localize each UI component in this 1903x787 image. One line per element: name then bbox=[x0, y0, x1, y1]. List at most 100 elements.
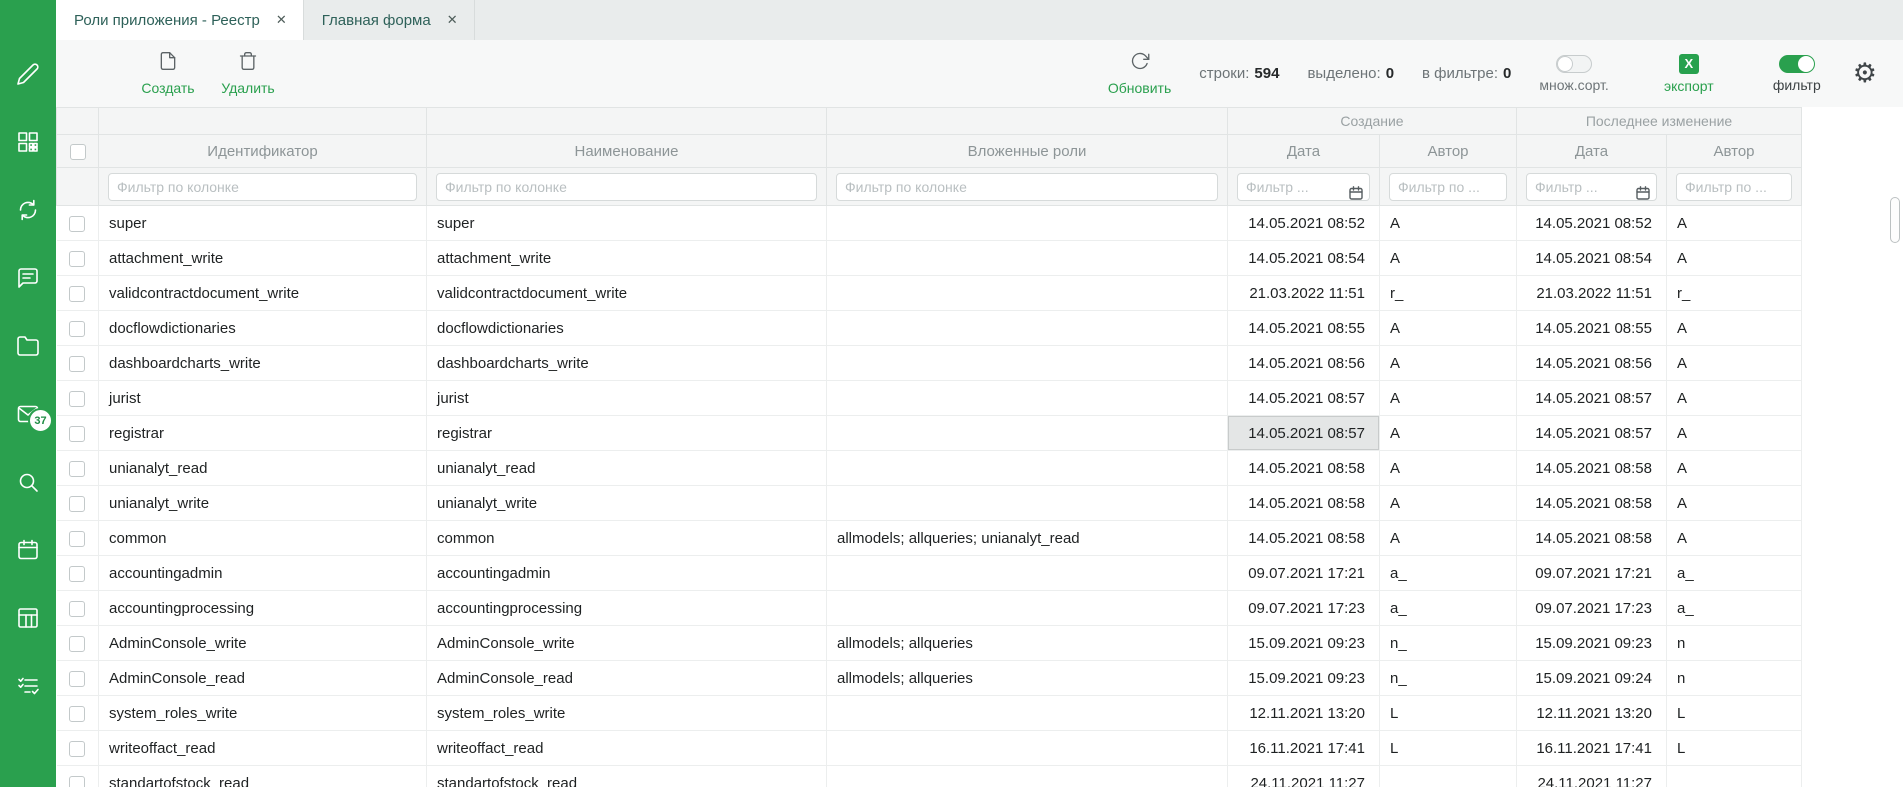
cell-created-author[interactable]: A bbox=[1380, 451, 1517, 486]
cell-name[interactable]: validcontractdocument_write bbox=[427, 276, 827, 311]
row-checkbox[interactable] bbox=[69, 706, 85, 722]
cell-modified-date[interactable]: 14.05.2021 08:52 bbox=[1517, 206, 1667, 241]
close-icon[interactable]: ✕ bbox=[447, 13, 458, 28]
cell-name[interactable]: docflowdictionaries bbox=[427, 311, 827, 346]
identifier-filter-input[interactable] bbox=[108, 173, 417, 201]
cell-created-date[interactable]: 24.11.2021 11:27 bbox=[1228, 766, 1380, 787]
cell-created-date[interactable]: 12.11.2021 13:20 bbox=[1228, 696, 1380, 731]
row-checkbox[interactable] bbox=[69, 496, 85, 512]
column-header-created-date[interactable]: Дата bbox=[1228, 135, 1380, 168]
row-checkbox[interactable] bbox=[69, 776, 85, 787]
cell-nested-roles[interactable] bbox=[827, 556, 1228, 591]
cell-identifier[interactable]: standartofstock_read bbox=[99, 766, 427, 787]
row-checkbox[interactable] bbox=[69, 741, 85, 757]
row-checkbox[interactable] bbox=[69, 461, 85, 477]
column-header-nested-roles[interactable]: Вложенные роли bbox=[827, 135, 1228, 168]
cell-name[interactable]: AdminConsole_read bbox=[427, 661, 827, 696]
checklist-icon[interactable] bbox=[16, 674, 40, 698]
cell-identifier[interactable]: jurist bbox=[99, 381, 427, 416]
cell-nested-roles[interactable] bbox=[827, 311, 1228, 346]
vertical-scrollbar-thumb[interactable] bbox=[1890, 197, 1900, 243]
table-row[interactable]: accountingadmin accountingadmin 09.07.20… bbox=[57, 556, 1802, 591]
export-button[interactable]: X экспорт bbox=[1661, 54, 1717, 94]
cell-modified-date[interactable]: 12.11.2021 13:20 bbox=[1517, 696, 1667, 731]
cell-nested-roles[interactable] bbox=[827, 731, 1228, 766]
row-checkbox[interactable] bbox=[69, 601, 85, 617]
table-row[interactable]: system_roles_write system_roles_write 12… bbox=[57, 696, 1802, 731]
cell-created-author[interactable]: A bbox=[1380, 346, 1517, 381]
cell-modified-date[interactable]: 15.09.2021 09:23 bbox=[1517, 626, 1667, 661]
cell-created-date[interactable]: 21.03.2022 11:51 bbox=[1228, 276, 1380, 311]
cell-identifier[interactable]: AdminConsole_write bbox=[99, 626, 427, 661]
cell-modified-date[interactable]: 14.05.2021 08:54 bbox=[1517, 241, 1667, 276]
cell-modified-date[interactable]: 15.09.2021 09:24 bbox=[1517, 661, 1667, 696]
cell-modified-author[interactable]: A bbox=[1667, 451, 1802, 486]
table-icon[interactable] bbox=[16, 606, 40, 630]
column-header-modified-author[interactable]: Автор bbox=[1667, 135, 1802, 168]
cell-created-author[interactable]: A bbox=[1380, 521, 1517, 556]
row-checkbox[interactable] bbox=[69, 566, 85, 582]
cell-nested-roles[interactable] bbox=[827, 766, 1228, 787]
cell-name[interactable]: unianalyt_read bbox=[427, 451, 827, 486]
cell-identifier[interactable]: accountingadmin bbox=[99, 556, 427, 591]
cell-created-date[interactable]: 15.09.2021 09:23 bbox=[1228, 626, 1380, 661]
cell-modified-author[interactable]: A bbox=[1667, 381, 1802, 416]
table-row[interactable]: unianalyt_read unianalyt_read 14.05.2021… bbox=[57, 451, 1802, 486]
cell-modified-date[interactable]: 14.05.2021 08:58 bbox=[1517, 521, 1667, 556]
cell-nested-roles[interactable]: allmodels; allqueries bbox=[827, 661, 1228, 696]
row-checkbox[interactable] bbox=[69, 426, 85, 442]
table-row[interactable]: AdminConsole_read AdminConsole_read allm… bbox=[57, 661, 1802, 696]
cell-created-author[interactable]: a_ bbox=[1380, 556, 1517, 591]
cell-name[interactable]: standartofstock_read bbox=[427, 766, 827, 787]
cell-modified-date[interactable]: 14.05.2021 08:57 bbox=[1517, 381, 1667, 416]
cell-created-author[interactable]: L bbox=[1380, 696, 1517, 731]
cell-created-date[interactable]: 14.05.2021 08:56 bbox=[1228, 346, 1380, 381]
row-checkbox[interactable] bbox=[69, 531, 85, 547]
column-header-identifier[interactable]: Идентификатор bbox=[99, 135, 427, 168]
tab-roles-registry[interactable]: Роли приложения - Реестр ✕ bbox=[56, 0, 304, 40]
cell-created-author[interactable]: r_ bbox=[1380, 276, 1517, 311]
row-checkbox[interactable] bbox=[69, 671, 85, 687]
cell-created-author[interactable]: n_ bbox=[1380, 661, 1517, 696]
cell-modified-author[interactable]: A bbox=[1667, 311, 1802, 346]
cell-created-author[interactable]: a_ bbox=[1380, 591, 1517, 626]
select-all-checkbox[interactable] bbox=[70, 144, 86, 160]
column-header-modified-date[interactable]: Дата bbox=[1517, 135, 1667, 168]
pencil-icon[interactable] bbox=[16, 62, 40, 86]
cell-modified-date[interactable]: 09.07.2021 17:23 bbox=[1517, 591, 1667, 626]
row-checkbox[interactable] bbox=[69, 251, 85, 267]
multisort-control[interactable]: множ.сорт. bbox=[1539, 55, 1608, 93]
nested-roles-filter-input[interactable] bbox=[836, 173, 1218, 201]
cell-identifier[interactable]: validcontractdocument_write bbox=[99, 276, 427, 311]
gear-icon[interactable]: ⚙ bbox=[1853, 60, 1877, 87]
cell-created-date[interactable]: 09.07.2021 17:23 bbox=[1228, 591, 1380, 626]
cell-nested-roles[interactable] bbox=[827, 346, 1228, 381]
cell-created-date[interactable]: 14.05.2021 08:57 bbox=[1228, 416, 1380, 451]
chat-icon[interactable] bbox=[16, 266, 40, 290]
row-checkbox[interactable] bbox=[69, 216, 85, 232]
cell-created-author[interactable]: L bbox=[1380, 731, 1517, 766]
cell-modified-author[interactable]: n bbox=[1667, 661, 1802, 696]
cell-modified-author[interactable] bbox=[1667, 766, 1802, 787]
cell-nested-roles[interactable]: allmodels; allqueries bbox=[827, 626, 1228, 661]
table-row[interactable]: docflowdictionaries docflowdictionaries … bbox=[57, 311, 1802, 346]
calendar-picker-icon[interactable] bbox=[1348, 185, 1364, 201]
cell-modified-author[interactable]: a_ bbox=[1667, 556, 1802, 591]
calendar-icon[interactable] bbox=[16, 538, 40, 562]
cell-created-author[interactable]: A bbox=[1380, 416, 1517, 451]
name-filter-input[interactable] bbox=[436, 173, 817, 201]
cell-modified-date[interactable]: 14.05.2021 08:57 bbox=[1517, 416, 1667, 451]
row-checkbox[interactable] bbox=[69, 286, 85, 302]
cell-identifier[interactable]: common bbox=[99, 521, 427, 556]
cell-modified-author[interactable]: A bbox=[1667, 346, 1802, 381]
row-checkbox[interactable] bbox=[69, 356, 85, 372]
cell-created-date[interactable]: 14.05.2021 08:55 bbox=[1228, 311, 1380, 346]
cell-identifier[interactable]: attachment_write bbox=[99, 241, 427, 276]
cell-identifier[interactable]: super bbox=[99, 206, 427, 241]
cell-modified-date[interactable]: 24.11.2021 11:27 bbox=[1517, 766, 1667, 787]
column-header-created-author[interactable]: Автор bbox=[1380, 135, 1517, 168]
column-header-name[interactable]: Наименование bbox=[427, 135, 827, 168]
cell-modified-date[interactable]: 14.05.2021 08:56 bbox=[1517, 346, 1667, 381]
cell-name[interactable]: registrar bbox=[427, 416, 827, 451]
sync-icon[interactable] bbox=[16, 198, 40, 222]
